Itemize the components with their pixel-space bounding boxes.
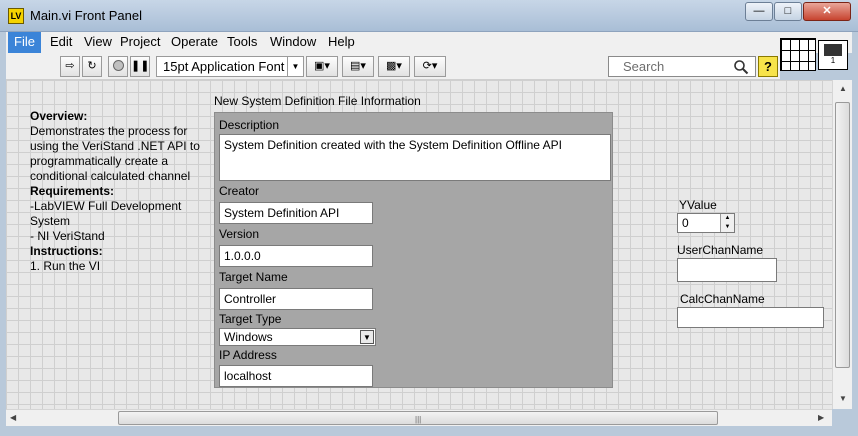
creator-field[interactable]: System Definition API — [219, 202, 373, 224]
instructions-notes: Overview: Demonstrates the process for u… — [30, 109, 200, 274]
description-label: Description — [219, 118, 280, 132]
scroll-right-icon[interactable]: ▶ — [818, 413, 824, 422]
pause-icon[interactable]: ❚❚ — [130, 56, 150, 77]
chevron-down-icon: ▼ — [287, 57, 303, 76]
chevron-down-icon[interactable]: ▼ — [360, 330, 374, 344]
horizontal-scrollbar[interactable]: ◀ ||| ▶ — [6, 409, 832, 426]
creator-label: Creator — [219, 184, 260, 198]
connector-pane-icon[interactable] — [780, 38, 816, 71]
horizontal-scroll-thumb[interactable]: ||| — [118, 411, 718, 425]
grip-icon: ||| — [415, 415, 422, 424]
close-button[interactable]: ✕ — [803, 2, 851, 21]
menu-tools[interactable]: Tools — [221, 32, 263, 53]
search-input[interactable]: Search — [608, 56, 756, 77]
calc-chan-name-field[interactable] — [677, 307, 824, 328]
target-type-label: Target Type — [219, 312, 282, 326]
overview-heading: Overview: — [30, 109, 88, 123]
run-continuously-icon[interactable]: ↻ — [82, 56, 102, 77]
yvalue-value: 0 — [682, 216, 689, 230]
menu-help[interactable]: Help — [322, 32, 361, 53]
ip-address-label: IP Address — [219, 348, 277, 362]
font-select[interactable]: 15pt Application Font ▼ — [156, 56, 304, 77]
window-title: Main.vi Front Panel — [30, 8, 142, 23]
menu-window[interactable]: Window — [264, 32, 322, 53]
instructions-heading: Instructions: — [30, 244, 103, 258]
target-type-select[interactable]: Windows ▼ — [219, 328, 376, 346]
font-select-value: 15pt Application Font — [163, 59, 285, 74]
front-panel: Overview: Demonstrates the process for u… — [6, 80, 832, 409]
run-arrow-icon[interactable]: ⇨ — [60, 56, 80, 77]
abort-icon[interactable] — [108, 56, 128, 77]
search-placeholder: Search — [623, 59, 665, 74]
user-chan-name-label: UserChanName — [677, 243, 764, 257]
distribute-objects-icon[interactable]: ▤▾ — [342, 56, 374, 77]
menu-view[interactable]: View — [78, 32, 118, 53]
yvalue-label: YValue — [679, 198, 717, 212]
reorder-icon[interactable]: ⟳▾ — [414, 56, 446, 77]
increment-decrement-icon[interactable]: ▲ ▼ — [720, 214, 734, 232]
maximize-button[interactable]: □ — [774, 2, 802, 21]
user-chan-name-field[interactable] — [677, 258, 777, 282]
scroll-up-icon[interactable]: ▲ — [839, 84, 847, 93]
system-definition-cluster: Description System Definition created wi… — [214, 112, 613, 388]
requirement-item: - NI VeriStand — [30, 229, 105, 243]
title-bar: LV Main.vi Front Panel — □ ✕ — [0, 0, 858, 32]
calc-chan-name-label: CalcChanName — [680, 292, 765, 306]
requirements-heading: Requirements: — [30, 184, 115, 198]
vi-icon-label: 1 — [830, 56, 836, 65]
yvalue-numeric[interactable]: 0 ▲ ▼ — [677, 213, 735, 233]
menu-operate[interactable]: Operate — [165, 32, 224, 53]
vertical-scroll-thumb[interactable] — [835, 102, 850, 368]
cluster-title: New System Definition File Information — [214, 94, 421, 108]
target-name-label: Target Name — [219, 270, 288, 284]
target-type-value: Windows — [224, 330, 273, 344]
version-label: Version — [219, 227, 260, 241]
requirement-item: -LabVIEW Full Development System — [30, 199, 182, 228]
version-field[interactable]: 1.0.0.0 — [219, 245, 373, 267]
target-name-field[interactable]: Controller — [219, 288, 373, 310]
menu-project[interactable]: Project — [114, 32, 166, 53]
menu-file[interactable]: File — [8, 32, 41, 53]
labview-app-icon: LV — [8, 8, 24, 24]
vi-icon[interactable]: 1 — [818, 40, 848, 70]
instruction-item: 1. Run the VI — [30, 259, 101, 273]
menu-bar: File Edit View Project Operate Tools Win… — [6, 32, 852, 53]
scroll-left-icon[interactable]: ◀ — [10, 413, 16, 422]
scroll-down-icon[interactable]: ▼ — [839, 394, 847, 403]
ip-address-field[interactable]: localhost — [219, 365, 373, 387]
vertical-scrollbar[interactable]: ▲ ▼ — [832, 80, 852, 409]
menu-edit[interactable]: Edit — [44, 32, 78, 53]
context-help-button[interactable]: ? — [758, 56, 778, 77]
monitor-icon — [824, 44, 842, 56]
align-objects-icon[interactable]: ▣▾ — [306, 56, 338, 77]
resize-objects-icon[interactable]: ▩▾ — [378, 56, 410, 77]
description-field[interactable]: System Definition created with the Syste… — [219, 134, 611, 181]
toolbar: ⇨ ↻ ❚❚ 15pt Application Font ▼ ▣▾ ▤▾ ▩▾ … — [6, 53, 780, 80]
overview-text: Demonstrates the process for using the V… — [30, 124, 200, 183]
search-icon[interactable] — [733, 59, 749, 75]
minimize-button[interactable]: — — [745, 2, 773, 21]
